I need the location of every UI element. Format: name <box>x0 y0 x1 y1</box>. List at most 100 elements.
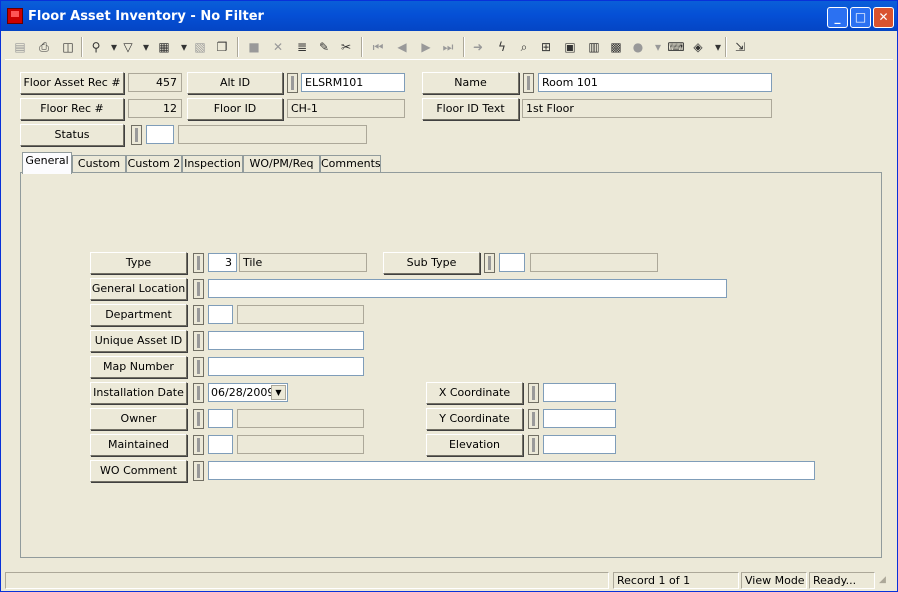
installation-date-marker <box>193 383 204 403</box>
maintained-code-field[interactable] <box>208 435 233 454</box>
first-record-icon[interactable]: ⏮ <box>367 36 389 58</box>
next-record-icon[interactable]: ▶ <box>415 36 437 58</box>
record-counter: Record 1 of 1 <box>613 572 739 589</box>
toolbar-separator <box>237 37 239 57</box>
tab-general[interactable]: General <box>22 152 72 174</box>
print-preview-icon[interactable]: ◫ <box>57 36 79 58</box>
maintained-label: Maintained <box>90 434 187 456</box>
keyboard-icon[interactable]: ⌨ <box>665 36 687 58</box>
type-label: Type <box>90 252 187 274</box>
lightning-icon[interactable]: ϟ <box>491 36 513 58</box>
owner-code-field[interactable] <box>208 409 233 428</box>
map-number-marker <box>193 357 204 377</box>
map-number-label: Map Number <box>90 356 187 378</box>
mode-indicator: View Mode <box>741 572 807 589</box>
map-number-field[interactable] <box>208 357 364 376</box>
wo-comment-marker <box>193 461 204 481</box>
alt-id-marker <box>287 73 298 93</box>
floor-asset-rec-label: Floor Asset Rec # <box>20 72 124 94</box>
toolbar-separator <box>81 37 83 57</box>
map-icon[interactable]: ▩ <box>605 36 627 58</box>
elevation-label: Elevation <box>426 434 523 456</box>
alt-id-label: Alt ID <box>187 72 283 94</box>
type-description-field: Tile <box>239 253 367 272</box>
date-dropdown-arrow-icon[interactable]: ▼ <box>271 385 286 400</box>
floor-id-text-field: 1st Floor <box>522 99 772 118</box>
resize-grip-icon[interactable]: ◢ <box>879 575 891 587</box>
image-icon[interactable]: ▣ <box>559 36 581 58</box>
floor-rec-label: Floor Rec # <box>20 98 124 120</box>
close-button[interactable]: ✕ <box>873 7 894 28</box>
calendar-icon[interactable]: ▥ <box>583 36 605 58</box>
tab-custom-2[interactable]: Custom 2 <box>126 155 182 173</box>
sub-type-code-field[interactable] <box>499 253 525 272</box>
unique-asset-id-marker <box>193 331 204 351</box>
installation-date-value: 06/28/2009 <box>211 386 275 399</box>
hierarchy-icon[interactable]: ⊞ <box>535 36 557 58</box>
x-coordinate-label: X Coordinate <box>426 382 523 404</box>
edit-pencil-icon[interactable]: ✎ <box>313 36 335 58</box>
toolbar-separator <box>361 37 363 57</box>
book-icon[interactable]: ◈ <box>687 36 709 58</box>
department-code-field[interactable] <box>208 305 233 324</box>
find-icon[interactable]: ⌕ <box>513 36 535 58</box>
stack-icon[interactable]: ≣ <box>291 36 313 58</box>
status-panel-main <box>5 572 609 589</box>
unique-asset-id-label: Unique Asset ID <box>90 330 187 352</box>
y-coordinate-field[interactable] <box>543 409 616 428</box>
toolbar-separator <box>463 37 465 57</box>
tab-custom-1[interactable]: Custom 1 <box>72 155 126 186</box>
report-icon[interactable]: ▦ <box>153 36 175 58</box>
status-bar: Record 1 of 1 View Mode Ready... ◢ <box>5 571 895 591</box>
elevation-field[interactable] <box>543 435 616 454</box>
installation-date-label: Installation Date <box>90 382 187 404</box>
status-code-field[interactable] <box>146 125 174 144</box>
title-bar: Floor Asset Inventory - No Filter _ □ ✕ <box>1 1 897 31</box>
name-field[interactable]: Room 101 <box>538 73 772 92</box>
status-description-field <box>178 125 367 144</box>
sub-type-marker <box>484 253 495 273</box>
unique-asset-id-field[interactable] <box>208 331 364 350</box>
delete-icon[interactable]: ✕ <box>267 36 289 58</box>
alt-id-field[interactable]: ELSRM101 <box>301 73 405 92</box>
type-code-field[interactable]: 3 <box>208 253 237 272</box>
window-title: Floor Asset Inventory - No Filter <box>28 9 264 24</box>
y-coordinate-label: Y Coordinate <box>426 408 523 430</box>
go-to-icon[interactable]: ➜ <box>467 36 489 58</box>
elevation-marker <box>528 435 539 455</box>
app-window: Floor Asset Inventory - No Filter _ □ ✕ … <box>0 0 898 592</box>
tab-wo-pm-req[interactable]: WO/PM/Req <box>243 155 320 173</box>
floor-rec-field: 12 <box>128 99 182 118</box>
previous-record-icon[interactable]: ◀ <box>391 36 413 58</box>
new-record-icon[interactable]: ▧ <box>189 36 211 58</box>
copy-record-icon[interactable]: ❐ <box>211 36 233 58</box>
minimize-button[interactable]: _ <box>827 7 848 28</box>
floor-id-text-label: Floor ID Text <box>422 98 519 120</box>
sub-type-label: Sub Type <box>383 252 480 274</box>
department-marker <box>193 305 204 325</box>
save-icon[interactable]: ▤ <box>9 36 31 58</box>
owner-marker <box>193 409 204 429</box>
print-icon[interactable]: ⎙ <box>33 36 55 58</box>
toolbar-separator <box>725 37 727 57</box>
wo-comment-field[interactable] <box>208 461 815 480</box>
maximize-button[interactable]: □ <box>850 7 871 28</box>
exit-icon[interactable]: ⇲ <box>729 36 751 58</box>
app-icon[interactable] <box>7 8 23 24</box>
last-record-icon[interactable]: ⏭ <box>437 36 459 58</box>
general-location-field[interactable] <box>208 279 727 298</box>
name-label: Name <box>422 72 519 94</box>
tab-comments[interactable]: Comments <box>320 155 381 173</box>
maintained-description-field <box>237 435 364 454</box>
general-location-label: General Location <box>90 278 187 300</box>
tab-inspection[interactable]: Inspection <box>182 155 243 173</box>
toolbar: ▤ ⎙ ◫ ⚲ ▾ ▽ ▾ ▦ ▾ ▧ ❐ ■ ✕ ≣ ✎ ✂ ⏮ ◀ ▶ ⏭ … <box>5 34 893 60</box>
y-coordinate-marker <box>528 409 539 429</box>
cut-icon[interactable]: ✂ <box>335 36 357 58</box>
status-label: Status <box>20 124 124 146</box>
owner-description-field <box>237 409 364 428</box>
type-marker <box>193 253 204 273</box>
chat-icon[interactable]: ● <box>627 36 649 58</box>
x-coordinate-field[interactable] <box>543 383 616 402</box>
save-record-icon[interactable]: ■ <box>243 36 265 58</box>
